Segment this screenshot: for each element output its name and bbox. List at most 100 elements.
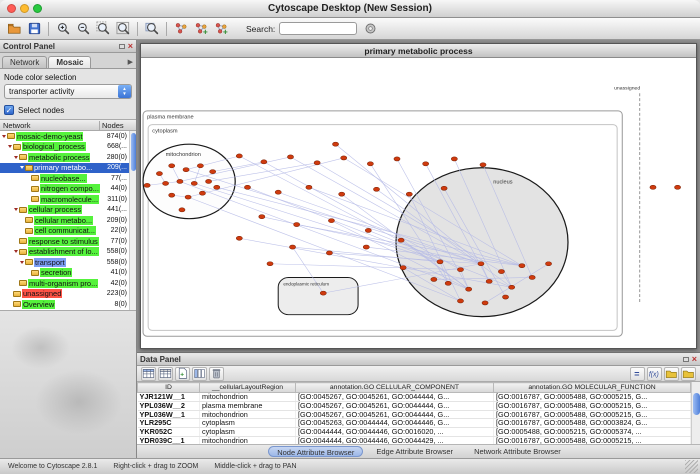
table-cell[interactable]: YPL036W__1 (138, 410, 200, 419)
network-node[interactable] (457, 268, 463, 272)
network-node[interactable] (275, 190, 281, 194)
zoom-selected-icon[interactable] (94, 20, 112, 37)
network-node[interactable] (156, 172, 162, 176)
table-cell[interactable]: cytoplasm (200, 428, 296, 437)
table-cell[interactable]: mitochondrion (200, 410, 296, 419)
network-node[interactable] (406, 192, 412, 196)
tree-row-16[interactable]: Overview8(0) (0, 299, 136, 310)
formula-icon[interactable]: = (630, 367, 645, 381)
network-node[interactable] (314, 161, 320, 165)
network-node[interactable] (177, 179, 183, 183)
network-node[interactable] (214, 185, 220, 189)
table-cell[interactable]: [GO:0045267, GO:0045261, GO:0044444, G..… (296, 393, 494, 402)
close-window-icon[interactable] (7, 4, 16, 13)
import-attributes-icon[interactable] (664, 367, 679, 381)
select-attributes-icon[interactable] (141, 367, 156, 381)
network-node[interactable] (259, 215, 265, 219)
network-window-title[interactable]: primary metabolic process (141, 44, 696, 58)
network-node[interactable] (365, 228, 371, 232)
table-scrollbar[interactable] (691, 382, 700, 444)
table-row-0[interactable]: YJR121W__1mitochondrion[GO:0045267, GO:0… (138, 393, 691, 402)
search-input[interactable] (279, 22, 357, 35)
new-attribute-icon[interactable]: + (175, 367, 190, 381)
network-node[interactable] (394, 157, 400, 161)
network-node[interactable] (236, 236, 242, 240)
table-cell[interactable]: YDR039C__1 (138, 436, 200, 444)
zoom-fit-icon[interactable] (114, 20, 132, 37)
network-node[interactable] (400, 266, 406, 270)
network-node[interactable] (144, 183, 150, 187)
table-row-5[interactable]: YDR039C__1mitochondrion[GO:0044444, GO:0… (138, 436, 691, 444)
close-data-panel-icon[interactable]: × (692, 355, 697, 364)
network-node[interactable] (674, 185, 680, 189)
network-window[interactable]: primary metabolic process plasma membran… (140, 43, 697, 349)
open-session-icon[interactable] (5, 20, 23, 37)
network-node[interactable] (437, 260, 443, 264)
tree-row-0[interactable]: mosaic-demo-yeast874(0) (0, 131, 136, 142)
delete-attribute-icon[interactable] (209, 367, 224, 381)
tree-column-network[interactable]: Network (0, 121, 100, 130)
tree-scrollbar-thumb[interactable] (131, 133, 136, 171)
network-node[interactable] (179, 208, 185, 212)
tab-network-attribute-browser[interactable]: Network Attribute Browser (466, 446, 569, 457)
table-scrollbar-thumb[interactable] (693, 393, 700, 415)
expand-arrow-icon[interactable] (20, 166, 24, 169)
table-cell[interactable]: YPL036W__2 (138, 401, 200, 410)
tree-row-2[interactable]: metabolic process280(0) (0, 152, 136, 163)
tree-row-15[interactable]: unassigned223(0) (0, 289, 136, 300)
network-node[interactable] (441, 186, 447, 190)
network-node[interactable] (191, 181, 197, 185)
table-cell[interactable]: YJR121W__1 (138, 393, 200, 402)
network-node[interactable] (197, 164, 203, 168)
network-node[interactable] (328, 219, 334, 223)
tree-row-13[interactable]: secretion41(0) (0, 268, 136, 279)
network-node[interactable] (199, 191, 205, 195)
network-node[interactable] (457, 299, 463, 303)
network-graph[interactable]: plasma membranecytoplasmmitochondrionnuc… (141, 58, 696, 348)
network-node[interactable] (320, 291, 326, 295)
network-node[interactable] (519, 264, 525, 268)
table-cell[interactable]: [GO:0016787, GO:0005488, GO:0005215, ... (494, 436, 691, 444)
tree-row-7[interactable]: cellular process441(... (0, 205, 136, 216)
network-node[interactable] (289, 245, 295, 249)
minimize-window-icon[interactable] (20, 4, 29, 13)
zoom-area-icon[interactable] (143, 20, 161, 37)
tree-row-12[interactable]: transport558(0) (0, 257, 136, 268)
tree-scrollbar[interactable] (129, 131, 136, 310)
table-row-1[interactable]: YPL036W__2plasma membrane[GO:0045267, GO… (138, 401, 691, 410)
network-node[interactable] (502, 295, 508, 299)
function-builder-icon[interactable]: f(x) (647, 367, 662, 381)
tab-mosaic[interactable]: Mosaic (48, 56, 91, 68)
column-header-0[interactable]: ID (138, 383, 200, 393)
table-cell[interactable]: [GO:0044444, GO:0044446, GO:0044429, ... (296, 436, 494, 444)
tree-row-11[interactable]: establishment of lo...558(0) (0, 247, 136, 258)
network-node[interactable] (267, 262, 273, 266)
table-cell[interactable]: plasma membrane (200, 401, 296, 410)
tree-column-nodes[interactable]: Nodes (100, 121, 136, 130)
tree-row-5[interactable]: nitrogen compo...44(0) (0, 184, 136, 195)
tree-row-1[interactable]: biological_process668(... (0, 142, 136, 153)
tree-row-4[interactable]: nucleobase...77(... (0, 173, 136, 184)
table-cell[interactable]: [GO:0045267, GO:0045261, GO:0044444, G..… (296, 410, 494, 419)
titlebar[interactable]: Cytoscape Desktop (New Session) (0, 0, 700, 18)
tree-row-14[interactable]: multi-organism pro...42(0) (0, 278, 136, 289)
network-canvas[interactable]: plasma membranecytoplasmmitochondrionnuc… (141, 58, 696, 348)
column-header-1[interactable]: __cellularLayoutRegion (200, 383, 296, 393)
zoom-window-icon[interactable] (33, 4, 42, 13)
table-cell[interactable]: [GO:0044444, GO:0044446, GO:0016020, ... (296, 428, 494, 437)
tree-row-10[interactable]: response to stimulus77(0) (0, 236, 136, 247)
tree-row-8[interactable]: cellular metabo...209(0) (0, 215, 136, 226)
tree-row-9[interactable]: cell communicat...22(0) (0, 226, 136, 237)
table-cell[interactable]: [GO:0016787, GO:0005488, GO:0005215, G..… (494, 393, 691, 402)
table-cell[interactable]: [GO:0016787, GO:0005488, GO:0005215, G..… (494, 401, 691, 410)
unselect-attributes-icon[interactable] (158, 367, 173, 381)
open-attribute-file-icon[interactable] (681, 367, 696, 381)
expand-arrow-icon[interactable] (14, 250, 18, 253)
network-node[interactable] (339, 192, 345, 196)
float-data-panel-icon[interactable] (683, 357, 689, 362)
network-node[interactable] (509, 285, 515, 289)
tab-node-attribute-browser[interactable]: Node Attribute Browser (268, 446, 363, 457)
network-node[interactable] (236, 154, 242, 158)
network-node[interactable] (206, 179, 212, 183)
network-node[interactable] (478, 262, 484, 266)
